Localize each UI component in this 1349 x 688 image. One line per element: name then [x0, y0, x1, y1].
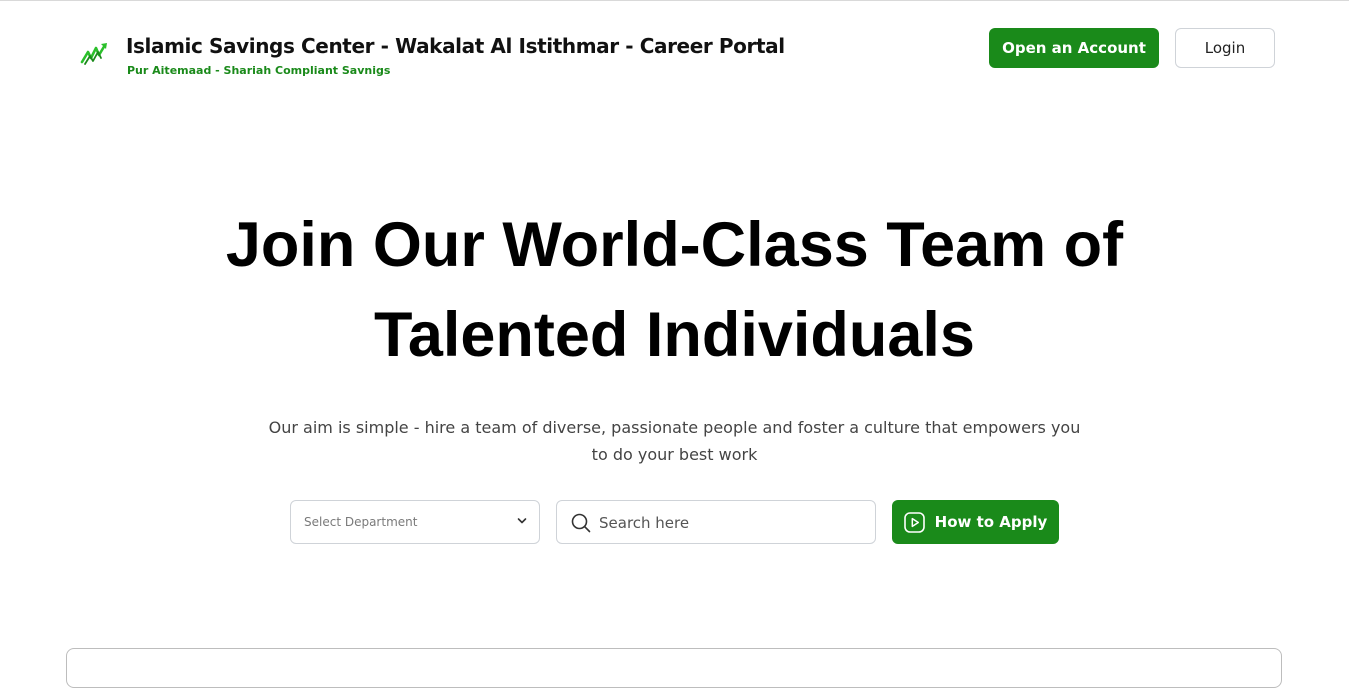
search-icon — [571, 513, 591, 533]
open-account-button[interactable]: Open an Account — [989, 28, 1159, 68]
hero-title-line-1: Join Our World-Class Team of — [225, 210, 1124, 280]
hero-title: Join Our World-Class Team of Talented In… — [0, 200, 1349, 380]
department-select[interactable]: Select Department — [290, 500, 540, 544]
brand-subtitle: Pur Aitemaad - Shariah Compliant Savnigs — [127, 64, 391, 77]
chevron-down-icon — [517, 518, 527, 524]
hero-title-line-2: Talented Individuals — [374, 300, 975, 370]
how-to-apply-label: How to Apply — [934, 513, 1048, 531]
search-field[interactable] — [556, 500, 876, 544]
hero-subtitle: Our aim is simple - hire a team of diver… — [268, 418, 1081, 464]
site-header: Islamic Savings Center - Wakalat Al Isti… — [0, 0, 1349, 96]
how-to-apply-button[interactable]: How to Apply — [892, 500, 1059, 544]
job-listings-card — [66, 648, 1282, 688]
play-icon — [903, 511, 925, 533]
department-select-placeholder: Select Department — [304, 515, 418, 529]
brand-title[interactable]: Islamic Savings Center - Wakalat Al Isti… — [126, 34, 785, 58]
growth-chart-icon[interactable] — [80, 40, 110, 66]
search-input[interactable] — [597, 507, 869, 539]
login-button[interactable]: Login — [1175, 28, 1275, 68]
